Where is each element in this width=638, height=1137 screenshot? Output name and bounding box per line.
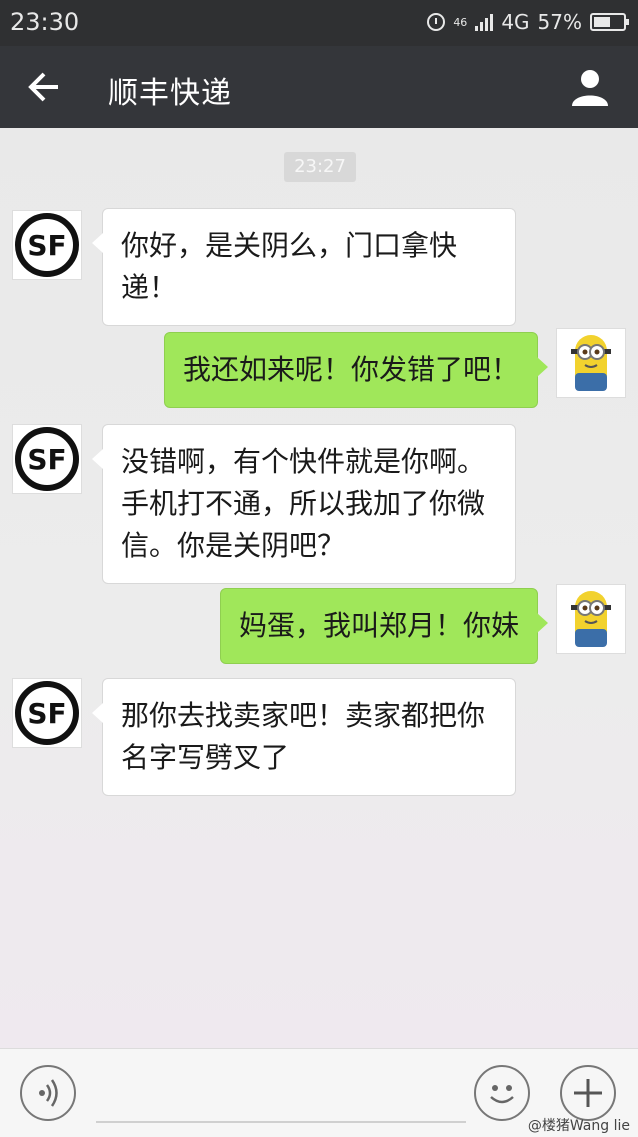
sf-logo-avatar[interactable]: SF bbox=[12, 210, 82, 280]
input-bar: @楼猪Wang lie bbox=[0, 1048, 638, 1137]
alarm-icon bbox=[427, 13, 446, 31]
svg-text:SF: SF bbox=[27, 443, 66, 476]
svg-text:SF: SF bbox=[27, 229, 66, 262]
network-small-label: 46 bbox=[453, 15, 468, 29]
message-line: 递！ bbox=[121, 271, 178, 304]
profile-icon[interactable] bbox=[570, 66, 610, 108]
battery-percent: 57% bbox=[537, 10, 582, 34]
emoji-icon[interactable] bbox=[474, 1065, 530, 1121]
minion-avatar[interactable] bbox=[556, 584, 626, 654]
status-bar: 23:30 46 4G 57% bbox=[0, 0, 638, 46]
sf-logo-avatar[interactable]: SF bbox=[12, 424, 82, 494]
battery-icon bbox=[590, 13, 629, 31]
message-line: 那你去找卖家吧！卖家都把你 bbox=[121, 699, 486, 732]
network-label: 4G bbox=[501, 10, 530, 34]
message-bubble-received[interactable]: 那你去找卖家吧！卖家都把你 名字写劈叉了 bbox=[92, 678, 516, 796]
svg-text:SF: SF bbox=[27, 697, 66, 730]
chat-title: 顺丰快递 bbox=[108, 76, 232, 111]
message-line: 信。你是关阴吧？ bbox=[121, 529, 346, 562]
minion-avatar[interactable] bbox=[556, 328, 626, 398]
back-arrow-icon[interactable] bbox=[24, 66, 68, 108]
message-bubble-sent[interactable]: 我还如来呢！你发错了吧！ bbox=[164, 332, 548, 408]
signal-icon bbox=[475, 13, 494, 31]
message-input[interactable] bbox=[96, 1121, 466, 1123]
message-bubble-received[interactable]: 没错啊，有个快件就是你啊。 手机打不通，所以我加了你微 信。你是关阴吧？ bbox=[92, 424, 516, 584]
message-line: 手机打不通，所以我加了你微 bbox=[121, 487, 486, 520]
chat-header: 顺丰快递 bbox=[0, 46, 638, 128]
message-line: 妈蛋，我叫郑月！你妹 bbox=[239, 609, 520, 642]
watermark-text: @楼猪Wang lie bbox=[527, 1118, 630, 1134]
chat-area[interactable]: 23:27 SF 你好，是关阴么，门口拿快 递！ 我还如来呢！你发错了吧！ SF… bbox=[0, 128, 638, 1048]
message-timestamp: 23:27 bbox=[284, 152, 356, 182]
status-right: 46 4G 57% bbox=[427, 10, 629, 34]
battery-fill bbox=[594, 17, 610, 27]
message-line: 没错啊，有个快件就是你啊。 bbox=[121, 445, 486, 478]
message-line: 你好，是关阴么，门口拿快 bbox=[121, 229, 458, 262]
plus-icon[interactable] bbox=[560, 1065, 616, 1121]
voice-icon[interactable] bbox=[20, 1065, 76, 1121]
message-bubble-received[interactable]: 你好，是关阴么，门口拿快 递！ bbox=[92, 208, 516, 326]
message-line: 我还如来呢！你发错了吧！ bbox=[183, 353, 520, 386]
message-line: 名字写劈叉了 bbox=[121, 741, 290, 774]
message-bubble-sent[interactable]: 妈蛋，我叫郑月！你妹 bbox=[220, 588, 548, 664]
status-time: 23:30 bbox=[10, 8, 80, 36]
sf-logo-avatar[interactable]: SF bbox=[12, 678, 82, 748]
